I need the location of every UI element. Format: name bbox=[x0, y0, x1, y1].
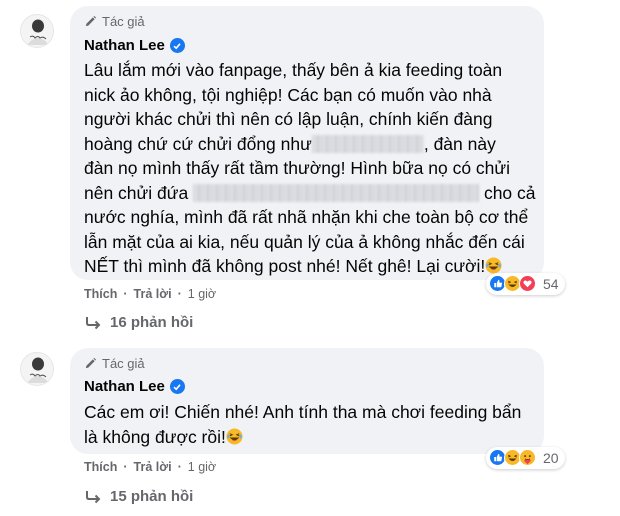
author-avatar[interactable] bbox=[20, 14, 54, 48]
comment-line: Lâu lắm mới vào fanpage, thấy bên ả kia … bbox=[84, 60, 503, 80]
pencil-icon bbox=[85, 15, 97, 27]
verified-badge-icon bbox=[169, 379, 185, 394]
redacted-text bbox=[311, 134, 424, 153]
comment-line: Các em ơi! Chiến nhé! Anh tính tha mà ch… bbox=[84, 402, 522, 422]
reply-arrow-icon bbox=[86, 316, 101, 329]
author-avatar[interactable] bbox=[20, 352, 54, 386]
comment-1: Tác giả Nathan Lee Lâu lắm mới vào fanpa… bbox=[0, 0, 620, 340]
timestamp[interactable]: 1 giờ bbox=[188, 287, 216, 301]
replies-count-label: 15 phản hồi bbox=[110, 488, 194, 505]
comment-line: hoàng chứ cứ chửi đổng như , đàn này bbox=[84, 132, 536, 157]
comment-fragment: hoàng chứ cứ chửi đổng như bbox=[84, 133, 312, 154]
verified-badge-icon bbox=[169, 38, 185, 53]
view-replies-link[interactable]: 16 phản hồi bbox=[84, 314, 193, 331]
author-name[interactable]: Nathan Lee bbox=[84, 37, 165, 54]
comment-line: đàn nọ mình thấy rất tầm thường! Hình bữ… bbox=[84, 158, 511, 178]
separator-dot: · bbox=[177, 460, 182, 474]
author-badge-label: Tác giả bbox=[102, 14, 145, 29]
comment-text: Lâu lắm mới vào fanpage, thấy bên ả kia … bbox=[84, 58, 536, 279]
love-icon bbox=[519, 275, 537, 293]
separator-dot: · bbox=[177, 287, 182, 301]
author-badge-label: Tác giả bbox=[102, 356, 145, 371]
author-badge: Tác giả bbox=[84, 356, 145, 371]
comment-line: nước nghía, mình đã rất nhã nhặn khi che… bbox=[84, 207, 529, 227]
comment-actions: Thích · Trả lời · 1 giờ bbox=[84, 460, 216, 474]
reaction-summary[interactable]: 54 bbox=[486, 273, 565, 295]
comment-line: lẫn mặt của ai kia, nếu quản lý của ả kh… bbox=[84, 231, 525, 252]
avatar-image bbox=[21, 15, 53, 47]
comment-actions: Thích · Trả lời · 1 giờ bbox=[84, 287, 216, 301]
separator-dot: · bbox=[123, 287, 128, 301]
author-name[interactable]: Nathan Lee bbox=[84, 378, 165, 395]
reaction-count: 20 bbox=[543, 450, 559, 466]
like-button[interactable]: Thích bbox=[84, 287, 117, 301]
reply-arrow-icon bbox=[86, 490, 101, 503]
author-name-row: Nathan Lee bbox=[84, 378, 185, 395]
reaction-summary[interactable]: 20 bbox=[486, 447, 565, 469]
comment-2: Tác giả Nathan Lee Các em ơi! Chiến nhé!… bbox=[0, 340, 620, 516]
comment-line: nên chửi đứa cho cả bbox=[84, 181, 536, 206]
comment-line: người khác chửi thì nên có lập luận, chí… bbox=[84, 109, 493, 129]
timestamp[interactable]: 1 giờ bbox=[188, 460, 216, 474]
separator-dot: · bbox=[123, 460, 128, 474]
redacted-text bbox=[193, 183, 480, 202]
laughing-emoji-icon bbox=[485, 257, 502, 274]
laughing-emoji-icon bbox=[226, 427, 243, 445]
comment-line: NẾT thì mình đã không post nhé! Nết ghê!… bbox=[84, 254, 536, 279]
author-badge: Tác giả bbox=[84, 14, 145, 29]
like-button[interactable]: Thích bbox=[84, 460, 117, 474]
comment-text: Các em ơi! Chiến nhé! Anh tính tha mà ch… bbox=[84, 400, 521, 449]
avatar-image bbox=[21, 353, 53, 385]
comment-line: là không được rồi! bbox=[84, 425, 521, 450]
reaction-count: 54 bbox=[543, 276, 559, 292]
comment-fragment: là không được rồi! bbox=[84, 426, 226, 447]
comment-fragment: cho cả bbox=[483, 182, 536, 203]
comment-fragment: nên chửi đứa bbox=[84, 182, 189, 203]
care-icon bbox=[519, 449, 537, 467]
pencil-icon bbox=[85, 357, 97, 369]
reply-button[interactable]: Trả lời bbox=[134, 460, 172, 474]
reply-button[interactable]: Trả lời bbox=[134, 287, 172, 301]
view-replies-link[interactable]: 15 phản hồi bbox=[84, 488, 193, 505]
comment-fragment: NẾT thì mình đã không post nhé! Nết ghê!… bbox=[84, 256, 486, 276]
comment-line: nick ảo không, tội nghiệp! Các bạn có mu… bbox=[84, 84, 492, 105]
author-name-row: Nathan Lee bbox=[84, 37, 185, 54]
replies-count-label: 16 phản hồi bbox=[110, 314, 194, 331]
comment-fragment: , đàn này bbox=[423, 133, 496, 154]
